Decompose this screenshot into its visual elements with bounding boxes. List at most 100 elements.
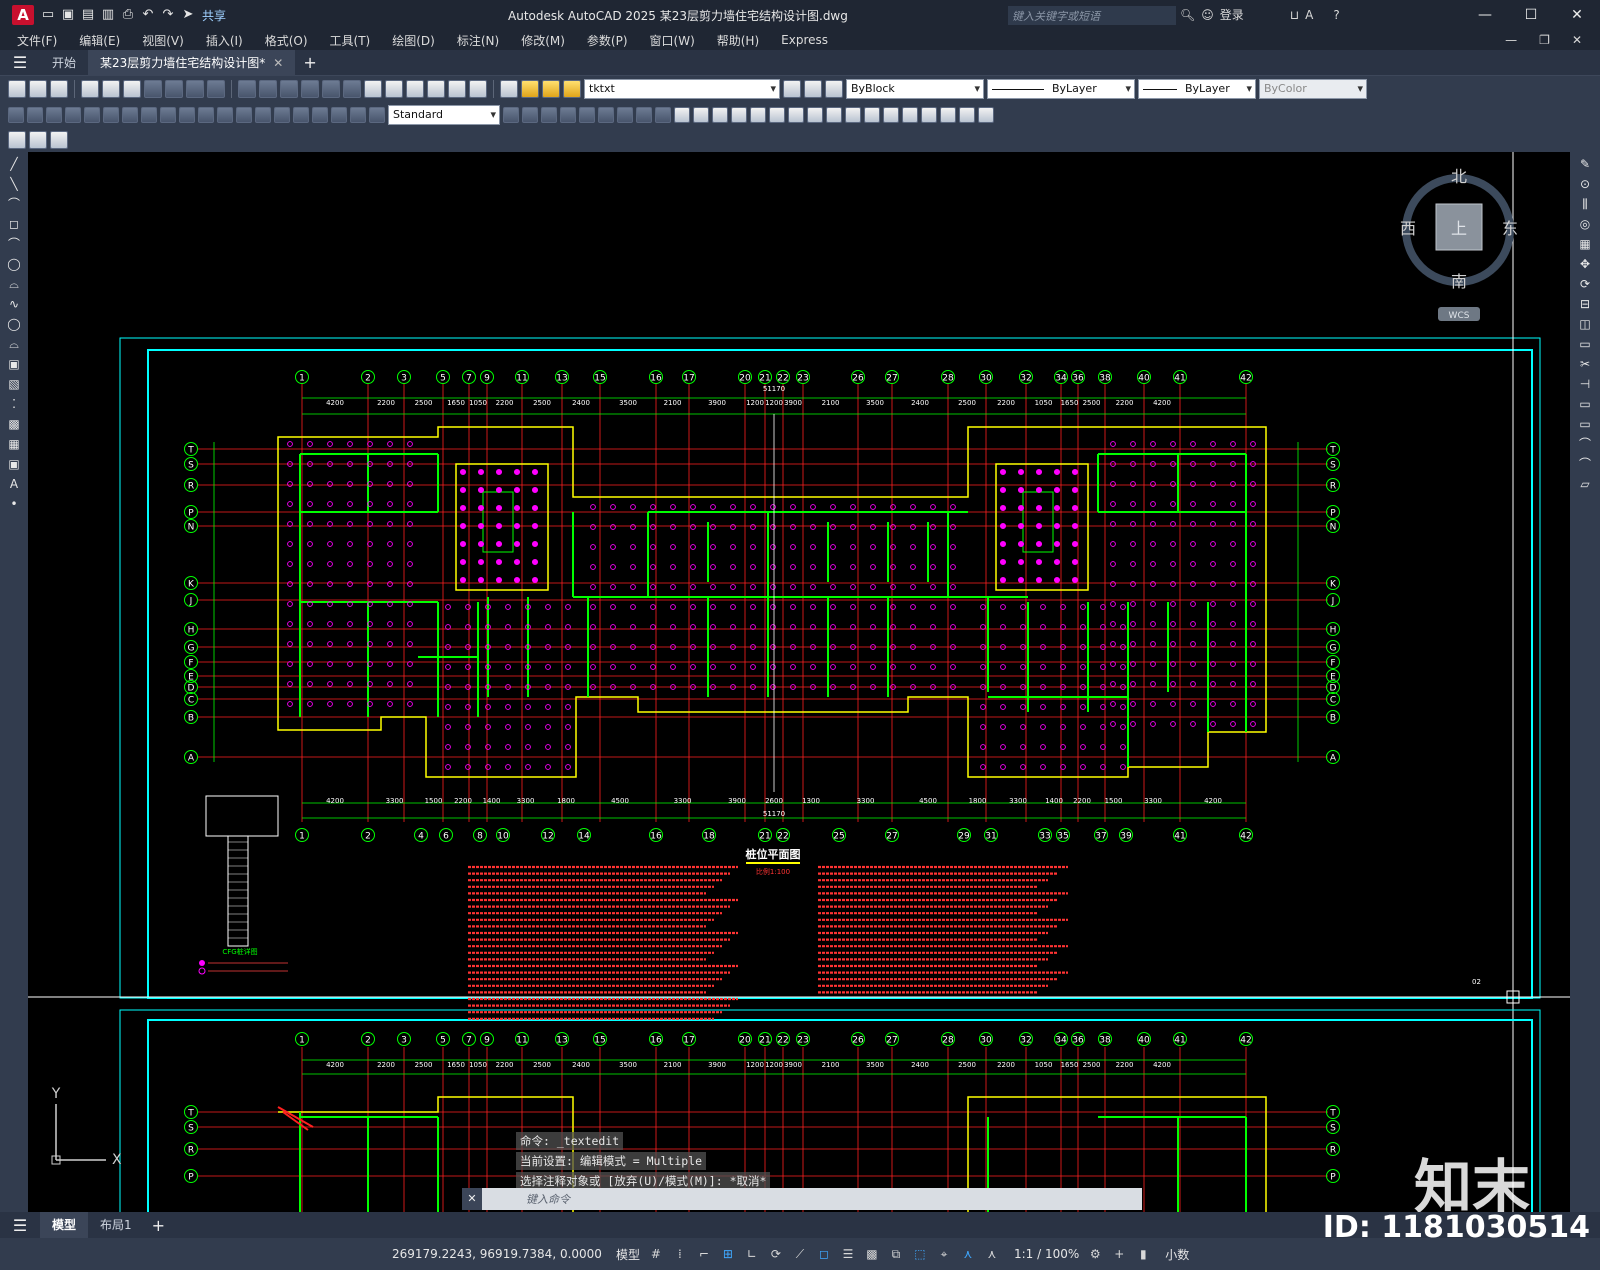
add-icon[interactable]: +	[1111, 1246, 1127, 1262]
search-icon[interactable]: 🔍︎	[1180, 8, 1195, 22]
modify-tool-13-icon[interactable]: ▭	[1577, 416, 1593, 432]
plotstyle-dropdown[interactable]: ByColor	[1259, 79, 1367, 99]
draw-tool-2-icon[interactable]: ⌒	[6, 196, 22, 212]
menu-item-3[interactable]: 插入(I)	[206, 32, 243, 49]
layer-freeze-icon[interactable]	[542, 80, 560, 98]
share-icon[interactable]: ➤	[180, 7, 196, 23]
calculator-icon[interactable]	[448, 80, 466, 98]
dim-tool-8-icon[interactable]	[160, 107, 176, 123]
polar-icon[interactable]: ⟳	[768, 1246, 784, 1262]
menu-item-4[interactable]: 格式(O)	[265, 32, 308, 49]
dim-tool-22-icon[interactable]	[541, 107, 557, 123]
viewcube[interactable]: 上 北 南 西 东 WCS	[1400, 167, 1518, 321]
auto-scale-icon[interactable]: ⋏	[984, 1246, 1000, 1262]
lineweight-dropdown[interactable]: ByLayer	[1138, 79, 1256, 99]
help-icon[interactable]: ?	[1333, 8, 1339, 22]
redo-tool-icon[interactable]	[259, 80, 277, 98]
units-icon[interactable]: ▮	[1135, 1246, 1151, 1262]
save-tool-icon[interactable]	[50, 80, 68, 98]
dim-tool-32-icon[interactable]	[731, 107, 747, 123]
dim-tool-4-icon[interactable]	[84, 107, 100, 123]
share-button[interactable]: 共享	[202, 7, 226, 24]
viewcube-west[interactable]: 西	[1400, 219, 1416, 238]
modify-tool-10-icon[interactable]: ✂	[1577, 356, 1593, 372]
draw-tool-1-icon[interactable]: ╲	[6, 176, 22, 192]
modify-tool-15-icon[interactable]: ⌒	[1577, 456, 1593, 472]
tab-start[interactable]: 开始	[40, 50, 88, 76]
dim-tool-3-icon[interactable]	[65, 107, 81, 123]
modify-tool-14-icon[interactable]: ⌒	[1577, 436, 1593, 452]
draw-tool-14-icon[interactable]: ▦	[6, 436, 22, 452]
annotation-scale[interactable]: 1:1 / 100%	[1014, 1247, 1079, 1261]
tab-document[interactable]: 某23层剪力墙住宅结构设计图* ✕	[88, 49, 296, 76]
dim-tool-35-icon[interactable]	[788, 107, 804, 123]
dim-tool-24-icon[interactable]	[579, 107, 595, 123]
menu-hamburger-icon[interactable]: ☰	[0, 53, 40, 72]
dim-tool-9-icon[interactable]	[179, 107, 195, 123]
redo-icon[interactable]: ↷	[160, 7, 176, 23]
dim-tool-2-icon[interactable]	[46, 107, 62, 123]
draw-tool-8-icon[interactable]: ◯	[6, 316, 22, 332]
color-dropdown[interactable]: ByBlock	[846, 79, 984, 99]
layer-properties-icon[interactable]	[500, 80, 518, 98]
modify-tool-7-icon[interactable]: ⊟	[1577, 296, 1593, 312]
viewcube-north[interactable]: 北	[1451, 167, 1467, 186]
dim-tool-28-icon[interactable]	[655, 107, 671, 123]
draw-tool-5-icon[interactable]: ◯	[6, 256, 22, 272]
modify-tool-0-icon[interactable]: ✎	[1577, 156, 1593, 172]
help-search-input[interactable]: 键入关键字或短语	[1008, 6, 1176, 25]
dim-tool-5-icon[interactable]	[103, 107, 119, 123]
dim-tool-34-icon[interactable]	[769, 107, 785, 123]
dim-tool-27-icon[interactable]	[636, 107, 652, 123]
modify-tool-1-icon[interactable]: ⊙	[1577, 176, 1593, 192]
new-icon[interactable]	[8, 80, 26, 98]
save-icon[interactable]: ▤	[80, 7, 96, 23]
modify-tool-5-icon[interactable]: ✥	[1577, 256, 1593, 272]
workspace-gear-icon[interactable]: ⚙	[1087, 1246, 1103, 1262]
dim-tool-36-icon[interactable]	[807, 107, 823, 123]
modify-tool-16-icon[interactable]: ▱	[1577, 476, 1593, 492]
command-input[interactable]: 键入命令	[526, 1191, 570, 1207]
dim-tool-29-icon[interactable]	[674, 107, 690, 123]
draw-tool-17-icon[interactable]: •	[6, 496, 22, 512]
extra-tool-3-icon[interactable]	[50, 131, 68, 149]
new-file-icon[interactable]: ▭	[40, 7, 56, 23]
cut-icon[interactable]	[144, 80, 162, 98]
coordinate-readout[interactable]: 269179.2243, 96919.7384, 0.0000	[392, 1247, 602, 1261]
draw-tool-10-icon[interactable]: ▣	[6, 356, 22, 372]
help-tool-icon[interactable]	[469, 80, 487, 98]
doc-restore-icon[interactable]: ❐	[1539, 33, 1550, 47]
zoom-realtime-icon[interactable]	[301, 80, 319, 98]
dim-tool-19-icon[interactable]	[369, 107, 385, 123]
dim-tool-7-icon[interactable]	[141, 107, 157, 123]
dim-tool-20-icon[interactable]	[503, 107, 519, 123]
infer-icon[interactable]: ⌐	[696, 1246, 712, 1262]
dim-tool-42-icon[interactable]	[921, 107, 937, 123]
model-space-button[interactable]: 模型	[616, 1246, 640, 1263]
dim-tool-12-icon[interactable]	[236, 107, 252, 123]
ortho-icon[interactable]: ∟	[744, 1246, 760, 1262]
menu-item-11[interactable]: 帮助(H)	[717, 32, 759, 49]
viewcube-south[interactable]: 南	[1451, 272, 1467, 291]
extra-tool-1-icon[interactable]	[8, 131, 26, 149]
undo-tool-icon[interactable]	[238, 80, 256, 98]
save-as-icon[interactable]: ▥	[100, 7, 116, 23]
draw-tool-9-icon[interactable]: ⌓	[6, 336, 22, 352]
undo-icon[interactable]: ↶	[140, 7, 156, 23]
dim-tool-17-icon[interactable]	[331, 107, 347, 123]
selection-cycling-icon[interactable]: ⧉	[888, 1246, 904, 1262]
preview-icon[interactable]	[102, 80, 120, 98]
plot-icon[interactable]: ⎙	[120, 7, 136, 23]
menu-item-8[interactable]: 修改(M)	[521, 32, 565, 49]
dim-tool-31-icon[interactable]	[712, 107, 728, 123]
draw-tool-11-icon[interactable]: ▧	[6, 376, 22, 392]
new-tab-icon[interactable]: +	[303, 53, 316, 72]
zoom-window-icon[interactable]	[322, 80, 340, 98]
dim-tool-11-icon[interactable]	[217, 107, 233, 123]
sheet-set-icon[interactable]	[427, 80, 445, 98]
dim-tool-41-icon[interactable]	[902, 107, 918, 123]
transparency-icon[interactable]: ▩	[864, 1246, 880, 1262]
draw-tool-4-icon[interactable]: ⌒	[6, 236, 22, 252]
layer-lock-icon[interactable]	[563, 80, 581, 98]
osnap-tracking-icon[interactable]: ⟋	[792, 1246, 808, 1262]
